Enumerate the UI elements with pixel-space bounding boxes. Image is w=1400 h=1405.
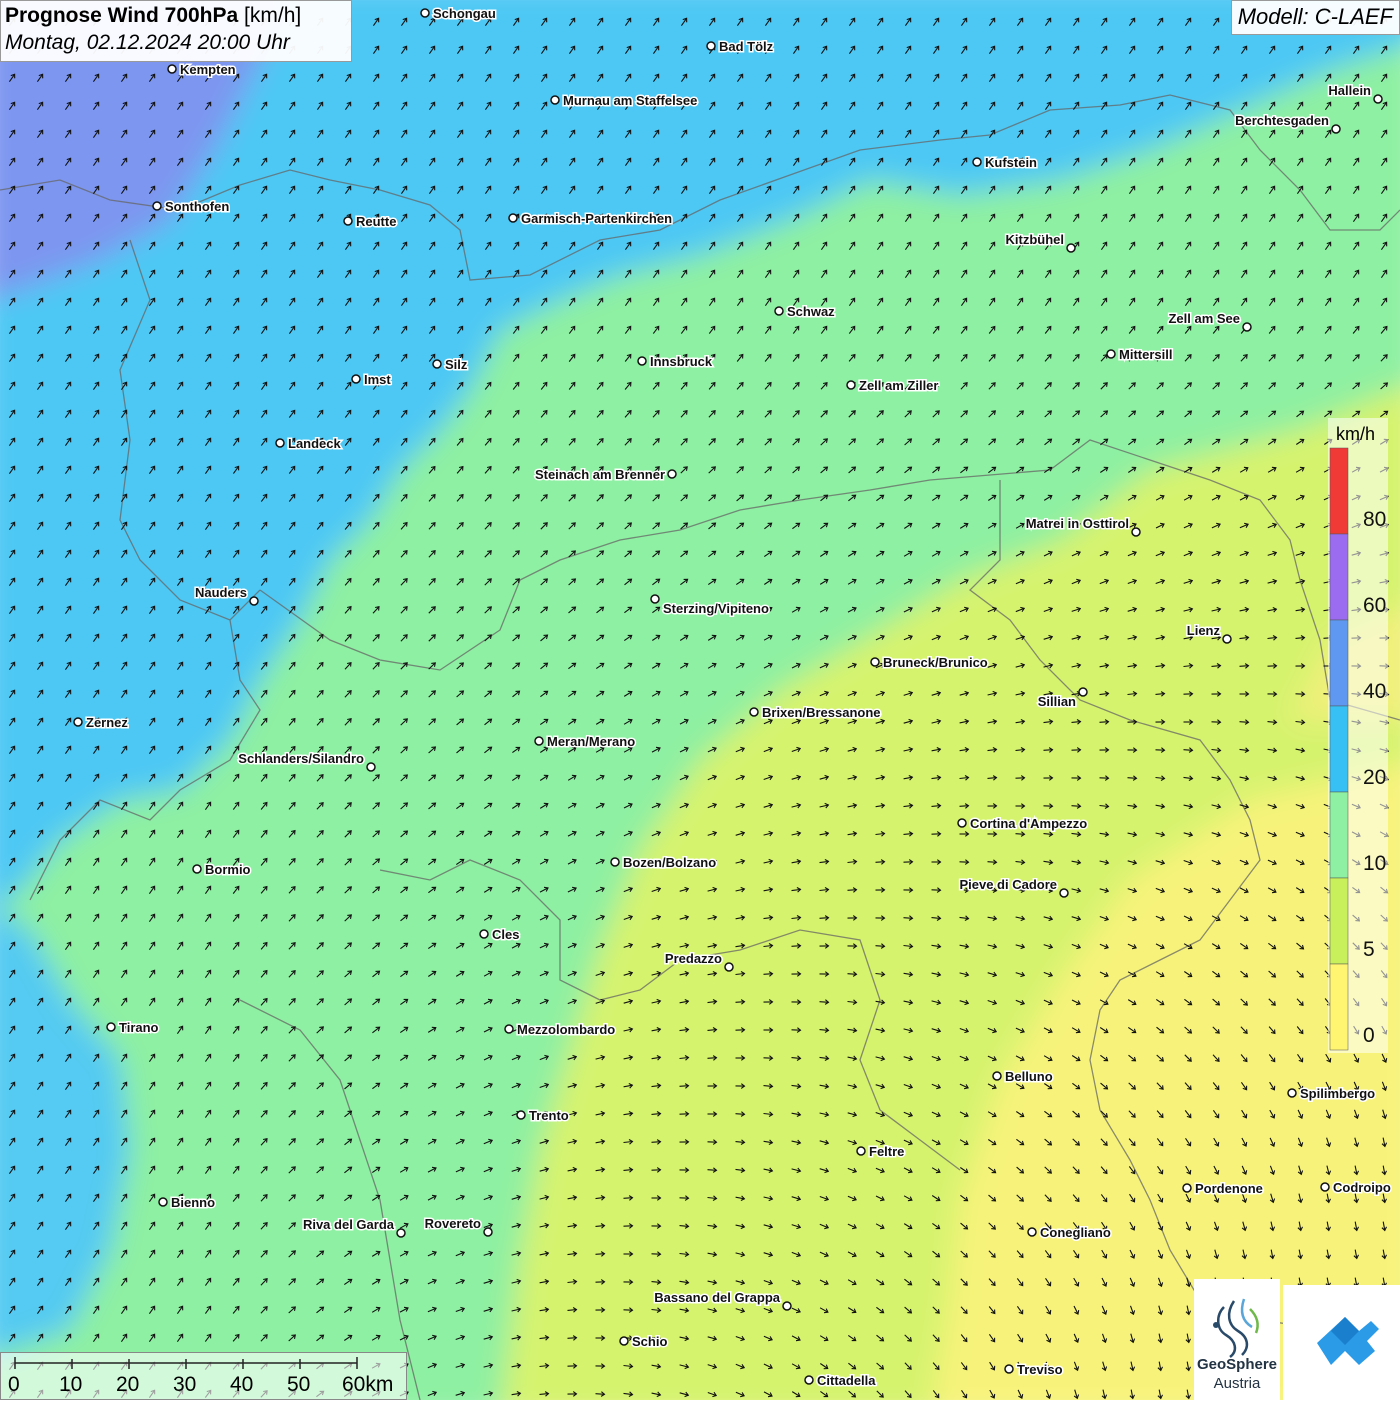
- wind-map: SchongauBad TölzKemptenMurnau am Staffel…: [0, 0, 1400, 1400]
